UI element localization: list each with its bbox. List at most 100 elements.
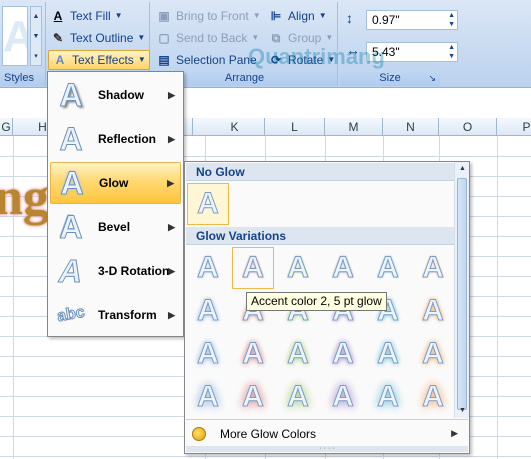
resize-grip[interactable]: · · · · [186,445,468,452]
menu-item-glow[interactable]: A Glow ▶ [50,162,181,204]
glow-variation-option[interactable]: A [322,333,364,375]
chevron-right-icon: ▶ [451,428,458,438]
text-effects-menu: A Shadow ▶ A Reflection ▶ A Glow ▶ A Bev… [47,71,184,337]
letter-a-icon: A [422,294,445,328]
menu-item-transform[interactable]: abc Transform ▶ [50,294,181,336]
wordart-style-preview[interactable]: A [2,6,28,66]
chevron-right-icon: ▶ [168,133,175,144]
letter-a-icon: A [422,251,445,285]
glow-icon: A [60,165,84,201]
text-effects-icon: A [55,53,65,67]
glow-variation-option[interactable]: A [367,333,409,375]
letter-a-icon: A [332,337,355,371]
glow-variation-option[interactable]: A [232,333,274,375]
menu-item-reflection[interactable]: A Reflection ▶ [50,118,181,160]
selection-pane-button[interactable]: ▤ Selection Pane [156,50,256,70]
glow-variation-option[interactable]: A [232,247,274,289]
size-group-label: Size ↘ [340,70,440,86]
styles-group-label: Styles [0,70,45,86]
letter-a-icon: A [377,337,400,371]
chevron-right-icon: ▶ [167,177,174,188]
bring-to-front-button[interactable]: ▣ Bring to Front ▼ [156,6,260,26]
height-input[interactable]: 0.97" ▲ ▼ [366,10,458,30]
letter-a-icon: A [422,380,445,414]
letter-a-icon: A [197,294,220,328]
bring-to-front-icon: ▣ [158,9,170,23]
glow-variation-option[interactable]: A [232,376,274,418]
column-header[interactable]: P [497,118,531,136]
chevron-down-icon: ▼ [137,33,146,42]
glow-variation-option[interactable]: A [277,247,319,289]
glow-variation-option[interactable]: A [322,247,364,289]
no-glow-header: No Glow [186,163,454,181]
glow-variation-option[interactable]: A [412,290,454,332]
letter-a-icon: A [377,380,400,414]
height-icon: ↕ [346,10,353,26]
glow-variation-option[interactable]: A [187,247,229,289]
transform-icon: abc [55,303,86,326]
chevron-right-icon: ▶ [168,89,175,100]
glow-variation-option[interactable]: A [277,376,319,418]
glow-variation-option[interactable]: A [367,376,409,418]
send-to-back-button[interactable]: ▢ Send to Back ▼ [156,28,259,48]
styles-gallery-scroll[interactable]: ▲ ▼ ▾ [30,6,42,66]
text-effects-button[interactable]: A Text Effects ▼ [48,50,150,70]
chevron-down-icon: ▼ [114,11,123,20]
column-header[interactable]: N [383,118,439,136]
letter-a-icon: A [287,337,310,371]
glow-variation-option[interactable]: A [367,247,409,289]
chevron-down-icon: ▼ [137,55,146,64]
more-glow-colors-item[interactable]: More Glow Colors ▶ [186,419,468,447]
selection-pane-icon: ▤ [158,53,170,67]
text-fill-icon: A [53,9,63,23]
glow-variations-header: Glow Variations [186,227,454,245]
glow-variation-option[interactable]: A [412,333,454,375]
scroll-thumb[interactable] [457,178,467,410]
letter-a-icon: A [197,187,220,221]
watermark: Quantrimang [248,44,385,69]
letter-a-icon: A [422,337,445,371]
letter-a-icon: A [242,337,265,371]
letter-a-icon: A [332,380,355,414]
glow-variation-option[interactable]: A [187,290,229,332]
glow-variation-option[interactable]: A [412,247,454,289]
glow-variation-option[interactable]: A [277,333,319,375]
column-header[interactable]: M [325,118,383,136]
column-header[interactable]: G [0,118,13,136]
glow-variation-option[interactable]: A [187,333,229,375]
column-header[interactable]: O [439,118,497,136]
spinner-arrows-icon[interactable]: ▲ ▼ [448,43,455,61]
glow-variation-option[interactable]: A [322,376,364,418]
align-icon: ⊫ [270,9,282,23]
align-button[interactable]: ⊫ Align ▼ [268,6,327,26]
chevron-right-icon: ▶ [168,265,175,276]
3d-rotation-icon: A [55,253,87,290]
no-glow-option[interactable]: A [187,183,229,225]
column-header[interactable]: L [265,118,325,136]
spinner-arrows-icon[interactable]: ▲ ▼ [448,11,455,29]
scroll-down-icon[interactable]: ▼ [455,404,470,418]
pencil-icon: ✎ [52,31,64,45]
text-outline-button[interactable]: ✎ Text Outline ▼ [50,28,145,48]
reflection-icon: A [59,121,83,157]
gallery-scrollbar[interactable]: ▲ ▼ [454,162,469,418]
chevron-right-icon: ▶ [168,221,175,232]
menu-item-bevel[interactable]: A Bevel ▶ [50,206,181,248]
letter-a-icon: A [377,251,400,285]
shadow-icon: A [59,77,83,113]
text-fill-button[interactable]: A Text Fill ▼ [50,6,123,26]
letter-a-icon: A [197,380,220,414]
letter-a-icon: A [197,337,220,371]
letter-a-icon: A [287,251,310,285]
glow-variation-option[interactable]: A [412,376,454,418]
wordart-text[interactable]: ng [0,168,49,227]
menu-item-3d-rotation[interactable]: A 3-D Rotation ▶ [50,250,181,292]
dialog-launcher-icon[interactable]: ↘ [428,70,436,86]
letter-a-icon: A [287,380,310,414]
column-header[interactable]: K [205,118,265,136]
glow-variation-option[interactable]: A [187,376,229,418]
scroll-up-icon[interactable]: ▲ [455,162,470,176]
menu-item-shadow[interactable]: A Shadow ▶ [50,74,181,116]
bevel-icon: A [59,209,83,245]
letter-a-icon: A [242,380,265,414]
